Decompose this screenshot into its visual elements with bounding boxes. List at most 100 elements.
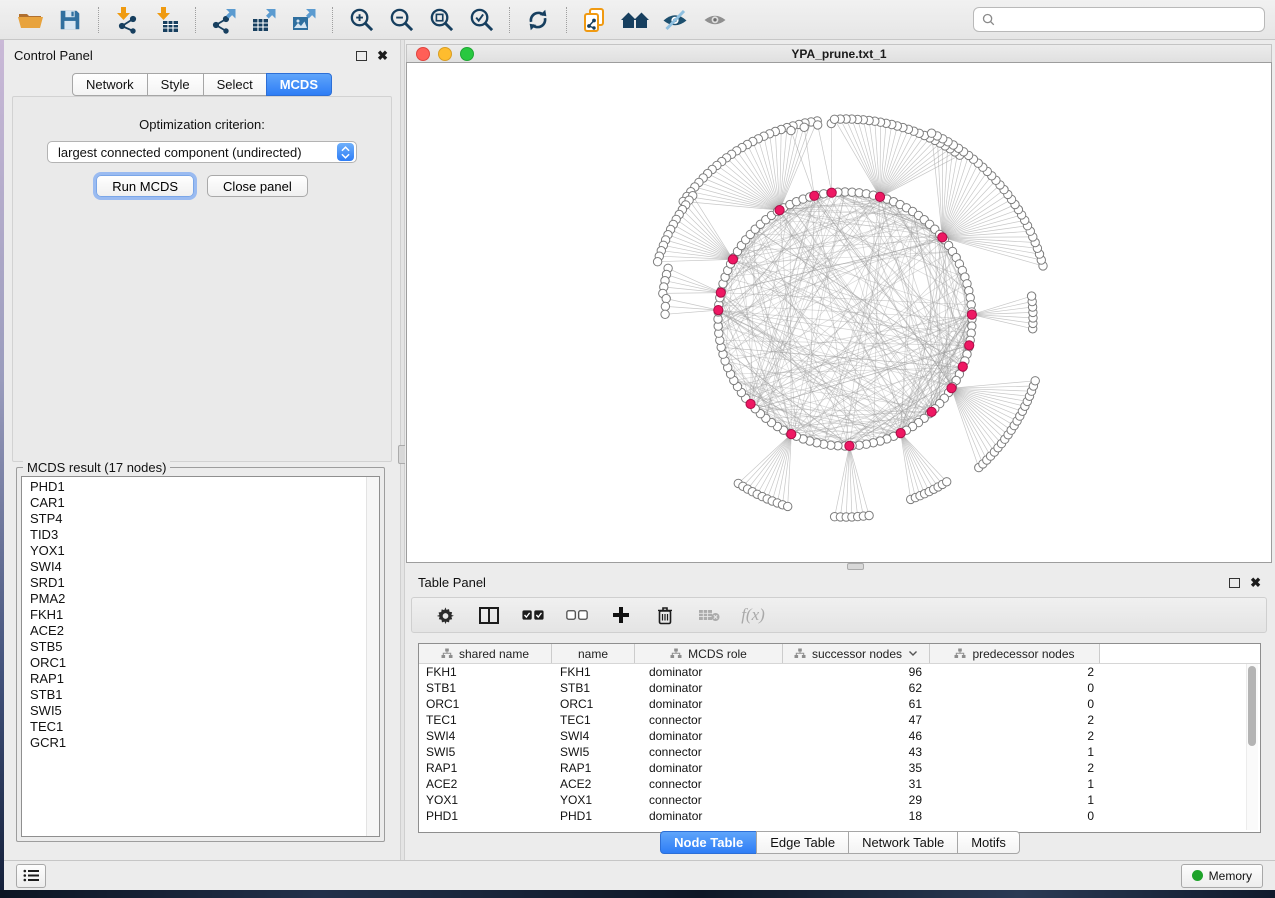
table-tab-network-table[interactable]: Network Table bbox=[848, 831, 958, 854]
horizontal-splitter-handle[interactable] bbox=[847, 563, 864, 570]
table-tab-edge-table[interactable]: Edge Table bbox=[756, 831, 849, 854]
zoom-selected-button[interactable] bbox=[464, 4, 498, 36]
table-settings-button[interactable] bbox=[434, 603, 456, 627]
table-row[interactable]: ORC1ORC1dominator610 bbox=[419, 696, 1260, 712]
graph-hub-node[interactable] bbox=[967, 310, 976, 319]
graph-hub-node[interactable] bbox=[746, 399, 755, 408]
mcds-result-item[interactable]: STB5 bbox=[30, 639, 366, 655]
tab-select[interactable]: Select bbox=[203, 73, 267, 96]
column-header-predecessor-nodes[interactable]: predecessor nodes bbox=[930, 644, 1100, 663]
graph-hub-node[interactable] bbox=[938, 233, 947, 242]
hide-button[interactable] bbox=[658, 4, 692, 36]
graph-hub-node[interactable] bbox=[947, 384, 956, 393]
mcds-result-item[interactable]: STB1 bbox=[30, 687, 366, 703]
run-mcds-button[interactable]: Run MCDS bbox=[96, 175, 194, 197]
mcds-result-item[interactable]: PMA2 bbox=[30, 591, 366, 607]
graph-hub-node[interactable] bbox=[714, 306, 723, 315]
table-row[interactable]: PHD1PHD1dominator180 bbox=[419, 808, 1260, 824]
graph-leaf-node[interactable] bbox=[1027, 292, 1035, 300]
table-row[interactable]: STB1STB1dominator620 bbox=[419, 680, 1260, 696]
export-network-button[interactable] bbox=[207, 4, 241, 36]
graph-leaf-node[interactable] bbox=[927, 129, 935, 137]
network-canvas[interactable] bbox=[406, 62, 1272, 563]
graph-leaf-node[interactable] bbox=[661, 310, 669, 318]
mcds-result-item[interactable]: FKH1 bbox=[30, 607, 366, 623]
refresh-button[interactable] bbox=[521, 4, 555, 36]
tab-mcds[interactable]: MCDS bbox=[266, 73, 332, 96]
close-panel-button[interactable]: Close panel bbox=[207, 175, 308, 197]
mcds-result-item[interactable]: SWI5 bbox=[30, 703, 366, 719]
graph-leaf-node[interactable] bbox=[814, 121, 822, 129]
network-graph[interactable] bbox=[407, 63, 1271, 562]
mcds-result-item[interactable]: ORC1 bbox=[30, 655, 366, 671]
graph-hub-node[interactable] bbox=[728, 255, 737, 264]
mcds-list-scrollbar[interactable] bbox=[366, 477, 379, 836]
table-row[interactable]: RAP1RAP1dominator352 bbox=[419, 760, 1260, 776]
graph-leaf-node[interactable] bbox=[1031, 377, 1039, 385]
table-row[interactable]: TEC1TEC1connector472 bbox=[419, 712, 1260, 728]
table-tab-motifs[interactable]: Motifs bbox=[957, 831, 1020, 854]
import-table-button[interactable] bbox=[150, 4, 184, 36]
graph-leaf-node[interactable] bbox=[784, 502, 792, 510]
show-column-pane-button[interactable] bbox=[478, 603, 500, 627]
show-button[interactable] bbox=[698, 4, 732, 36]
tab-network[interactable]: Network bbox=[72, 73, 148, 96]
mcds-result-item[interactable]: RAP1 bbox=[30, 671, 366, 687]
column-header-shared-name[interactable]: shared name bbox=[419, 644, 552, 663]
graph-hub-node[interactable] bbox=[896, 429, 905, 438]
close-panel-icon[interactable]: ✖ bbox=[377, 51, 388, 61]
graph-hub-node[interactable] bbox=[775, 206, 784, 215]
mcds-result-item[interactable]: PHD1 bbox=[30, 479, 366, 495]
mcds-result-item[interactable]: ACE2 bbox=[30, 623, 366, 639]
open-session-button[interactable] bbox=[13, 4, 47, 36]
table-scrollbar-thumb[interactable] bbox=[1248, 666, 1256, 746]
graph-leaf-node[interactable] bbox=[830, 115, 838, 123]
table-scrollbar[interactable] bbox=[1246, 664, 1258, 830]
save-session-button[interactable] bbox=[53, 4, 87, 36]
deselect-all-rows-button[interactable] bbox=[566, 603, 588, 627]
mcds-result-item[interactable]: SRD1 bbox=[30, 575, 366, 591]
mcds-result-item[interactable]: YOX1 bbox=[30, 543, 366, 559]
search-input[interactable] bbox=[1001, 12, 1256, 28]
zoom-fit-button[interactable] bbox=[424, 4, 458, 36]
toolbar-search[interactable] bbox=[973, 7, 1265, 32]
graph-hub-node[interactable] bbox=[965, 341, 974, 350]
graph-leaf-node[interactable] bbox=[662, 294, 670, 302]
graph-leaf-node[interactable] bbox=[661, 302, 669, 310]
graph-leaf-node[interactable] bbox=[653, 258, 661, 266]
graph-leaf-node[interactable] bbox=[865, 511, 873, 519]
graph-hub-node[interactable] bbox=[875, 192, 884, 201]
export-image-button[interactable] bbox=[287, 4, 321, 36]
mcds-result-list[interactable]: PHD1CAR1STP4TID3YOX1SWI4SRD1PMA2FKH1ACE2… bbox=[21, 476, 380, 837]
table-row[interactable]: SWI5SWI5connector431 bbox=[419, 744, 1260, 760]
zoom-out-button[interactable] bbox=[384, 4, 418, 36]
close-table-panel-icon[interactable]: ✖ bbox=[1250, 578, 1261, 588]
delete-column-button[interactable] bbox=[654, 603, 676, 627]
mcds-result-item[interactable]: GCR1 bbox=[30, 735, 366, 751]
float-table-panel-icon[interactable] bbox=[1229, 578, 1240, 588]
memory-button[interactable]: Memory bbox=[1181, 864, 1263, 888]
column-header-successor-nodes[interactable]: successor nodes bbox=[783, 644, 930, 663]
graph-hub-node[interactable] bbox=[958, 362, 967, 371]
table-tab-node-table[interactable]: Node Table bbox=[660, 831, 757, 854]
horizontal-splitter[interactable] bbox=[405, 563, 1275, 570]
mcds-result-item[interactable]: TEC1 bbox=[30, 719, 366, 735]
column-header-name[interactable]: name bbox=[552, 644, 635, 663]
mcds-result-item[interactable]: STP4 bbox=[30, 511, 366, 527]
task-history-button[interactable] bbox=[16, 864, 46, 888]
optimization-criterion-select[interactable]: largest connected component (undirected) bbox=[47, 141, 357, 163]
graph-leaf-node[interactable] bbox=[800, 123, 808, 131]
table-row[interactable]: FKH1FKH1dominator962 bbox=[419, 664, 1260, 680]
tab-style[interactable]: Style bbox=[147, 73, 204, 96]
graph-hub-node[interactable] bbox=[810, 191, 819, 200]
graph-hub-node[interactable] bbox=[716, 288, 725, 297]
mcds-result-item[interactable]: TID3 bbox=[30, 527, 366, 543]
graph-leaf-node[interactable] bbox=[943, 478, 951, 486]
graph-hub-node[interactable] bbox=[787, 430, 796, 439]
mcds-result-item[interactable]: CAR1 bbox=[30, 495, 366, 511]
table-row[interactable]: YOX1YOX1connector291 bbox=[419, 792, 1260, 808]
select-all-rows-button[interactable] bbox=[522, 603, 544, 627]
home-button[interactable] bbox=[618, 4, 652, 36]
graph-hub-node[interactable] bbox=[845, 441, 854, 450]
mcds-result-item[interactable]: SWI4 bbox=[30, 559, 366, 575]
